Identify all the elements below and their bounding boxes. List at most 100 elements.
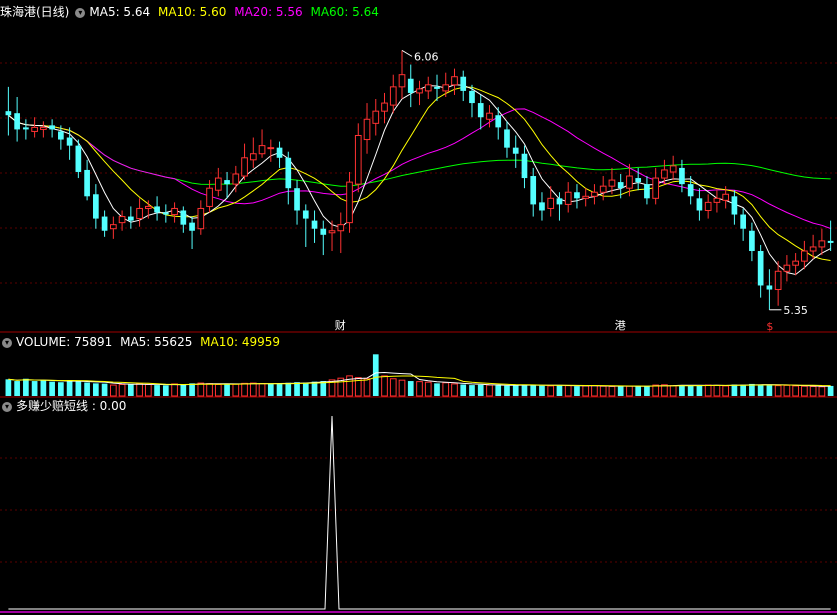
volume-bar-down <box>127 384 134 396</box>
candle-body-up <box>783 264 791 272</box>
candle <box>713 190 721 213</box>
candle-body-down <box>180 210 187 225</box>
volume-bar-up <box>214 384 222 397</box>
candle <box>180 206 187 233</box>
candle <box>363 103 371 154</box>
candle-body-up <box>424 84 432 92</box>
volume-bar-up <box>669 385 677 397</box>
candle-body-down <box>75 145 82 172</box>
candle-body-down <box>49 125 55 130</box>
candle <box>774 261 782 306</box>
candle-body-up <box>232 173 240 185</box>
candle <box>512 135 519 168</box>
candle <box>23 119 29 140</box>
candle-body-down <box>101 216 108 231</box>
candle-body-down <box>320 228 327 235</box>
volume-bar-down <box>302 382 309 396</box>
candle <box>311 210 318 243</box>
candle-body-up <box>809 246 817 252</box>
volume-bar-down <box>460 384 467 396</box>
candle <box>66 127 73 160</box>
annotations: 6.06 5.35 财 港 $ <box>335 49 808 333</box>
candle <box>276 141 283 168</box>
candle <box>206 180 213 213</box>
volume-bar-down <box>372 354 379 396</box>
candle-body-down <box>285 157 292 189</box>
volume-bar-down <box>644 385 650 396</box>
candle-body-up <box>792 260 799 266</box>
volume-bar-up <box>783 384 791 397</box>
candle <box>669 155 677 181</box>
candle-body-down <box>731 196 738 215</box>
volume-bar-down <box>189 383 195 396</box>
volume-bar-down <box>407 381 414 396</box>
candle-body-down <box>740 214 746 229</box>
candle-body-down <box>93 194 99 219</box>
candle-body-up <box>661 169 668 179</box>
volume-bar-down <box>276 383 283 396</box>
candle <box>389 74 397 114</box>
candle <box>407 64 414 108</box>
candle-body-down <box>687 184 694 197</box>
candle-body-up <box>214 177 222 191</box>
volume-bar-up <box>774 385 782 397</box>
volume-bar-down <box>224 383 230 396</box>
candle-body-down <box>644 184 650 199</box>
candle <box>337 212 345 254</box>
candle <box>372 99 380 136</box>
candle-body-down <box>311 220 318 229</box>
candle-body-down <box>5 111 12 116</box>
candle-body-up <box>381 102 388 112</box>
candle-body-up <box>389 86 397 106</box>
volume-bar-up <box>722 385 730 397</box>
volume-bar-down <box>757 384 764 396</box>
candle-body-down <box>512 147 519 154</box>
volume-bar-up <box>599 385 607 397</box>
candle-body-up <box>486 112 493 120</box>
candle <box>539 192 545 221</box>
candle <box>757 244 764 298</box>
candle-body-up <box>31 126 38 132</box>
candle <box>127 206 134 229</box>
volume-bar-down <box>180 384 187 396</box>
volume-bar-down <box>766 385 773 396</box>
candle-body-up <box>652 177 660 199</box>
candle-body-down <box>495 115 502 128</box>
candle <box>504 121 510 158</box>
candle-body-up <box>599 185 607 193</box>
stock-chart[interactable]: 6.06 5.35 财 港 $ <box>0 0 837 615</box>
candle-body-up <box>109 224 117 230</box>
candle-body-down <box>617 182 624 189</box>
volume-bar-up <box>416 381 423 397</box>
volume-bar-down <box>434 383 440 396</box>
ma60-line <box>8 114 831 187</box>
candle <box>696 188 703 221</box>
candle <box>381 92 388 124</box>
candle <box>354 123 362 193</box>
candle <box>302 204 309 247</box>
candle-body-up <box>372 110 380 124</box>
volume-bar-down <box>66 380 73 396</box>
candle <box>258 129 266 158</box>
candle <box>49 119 55 138</box>
volume-bar-down <box>154 385 160 396</box>
candle-body-down <box>530 176 537 205</box>
candle-body-down <box>460 76 467 91</box>
candle-body-down <box>635 178 642 183</box>
candle <box>136 198 143 227</box>
candle-body-up <box>669 165 677 173</box>
volume-bar-down <box>679 385 685 396</box>
candle-body-up <box>801 250 808 262</box>
candle-body-up <box>136 207 143 220</box>
volume-bar-up <box>582 385 590 397</box>
candle-body-up <box>197 207 205 230</box>
volume-bar-up <box>661 384 668 397</box>
volume-bar-down <box>556 385 563 396</box>
volume-bar-down <box>162 385 169 396</box>
candle-body-up <box>241 157 248 177</box>
volume-bar-down <box>40 380 47 396</box>
volume-bar-down <box>75 381 82 396</box>
candle-body-down <box>434 86 440 89</box>
indicator-series-line <box>8 415 831 610</box>
volume-bar-up <box>171 383 178 397</box>
